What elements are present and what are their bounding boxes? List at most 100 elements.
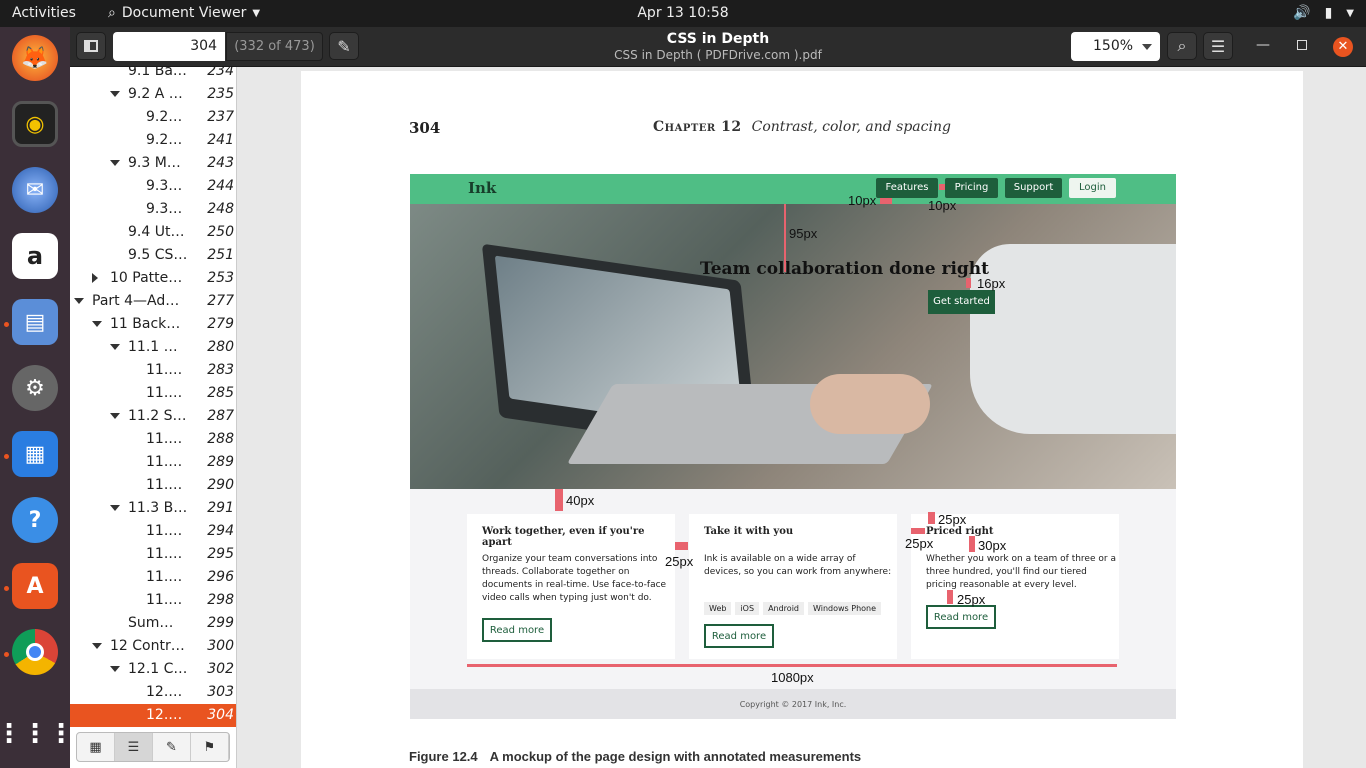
bookmarks-tab[interactable]: ⚑ [191, 733, 229, 761]
toc-item-label: 11.… [146, 362, 183, 378]
rhythmbox-icon[interactable]: ◉ [12, 101, 58, 147]
minimize-button[interactable]: — [1256, 37, 1270, 53]
running-page-number: 304 [409, 119, 441, 137]
expanded-triangle-icon[interactable] [110, 160, 120, 166]
expanded-triangle-icon[interactable] [92, 321, 102, 327]
annotation-marker [939, 184, 945, 190]
expanded-triangle-icon[interactable] [92, 643, 102, 649]
toc-item-label: 9.5 CS… [128, 247, 188, 263]
document-viewport[interactable]: 304 Chapter 12 Contrast, color, and spaci… [237, 67, 1366, 768]
system-tray[interactable]: 🔊 ▮ ▼ [1293, 5, 1354, 21]
toc-item[interactable]: 11.… 296 [70, 566, 236, 589]
toc-item[interactable]: 9.2 A … 235 [70, 83, 236, 106]
toc-item-page: 289 [207, 454, 234, 470]
sidebar-toggle-button[interactable] [76, 32, 106, 60]
toc-item-label: 11.… [146, 477, 183, 493]
annotation-label: 25px [938, 512, 967, 527]
toc-item-label: 12.… [146, 707, 183, 723]
toc-item-label: 12.… [146, 684, 183, 700]
app-menu-label: Document Viewer [121, 5, 247, 21]
zoom-select[interactable]: 150% [1071, 32, 1160, 61]
maximize-button[interactable] [1297, 40, 1307, 50]
toc-item-page: 235 [207, 86, 234, 102]
close-button[interactable]: ✕ [1333, 37, 1353, 57]
toc-item[interactable]: 11.… 285 [70, 382, 236, 405]
toc-item[interactable]: 11.2 S… 287 [70, 405, 236, 428]
help-icon[interactable]: ? [12, 497, 58, 543]
caption-text: A mockup of the page design with annotat… [489, 749, 862, 764]
toc-item-page: 287 [207, 408, 234, 424]
toc-item[interactable]: 11.… 298 [70, 589, 236, 612]
pencil-icon: ✎ [166, 739, 177, 755]
settings-icon[interactable]: ⚙ [12, 365, 58, 411]
expanded-triangle-icon[interactable] [110, 505, 120, 511]
annotations-tab[interactable]: ✎ [153, 733, 191, 761]
toc-item[interactable]: 11.3 B… 291 [70, 497, 236, 520]
card-title: Take it with you [704, 526, 794, 537]
toc-item[interactable]: 12.1 C… 302 [70, 658, 236, 681]
menu-button[interactable]: ☰ [1203, 32, 1233, 60]
mockup-nav-login: Login [1069, 178, 1116, 198]
software-icon[interactable]: A [12, 563, 58, 609]
toc-item[interactable]: 11.… 294 [70, 520, 236, 543]
toc-item-label: 11.3 B… [128, 500, 188, 516]
thumbnails-tab[interactable]: ▦ [77, 733, 115, 761]
toc-item[interactable]: 11.… 288 [70, 428, 236, 451]
chapter-label: Chapter 12 [653, 119, 742, 135]
annotation-label: 25px [957, 592, 986, 607]
expanded-triangle-icon[interactable] [74, 298, 84, 304]
toc-item[interactable]: 9.5 CS… 251 [70, 244, 236, 267]
toc-item[interactable]: 9.3… 244 [70, 175, 236, 198]
toc-item-label: 11.… [146, 385, 183, 401]
annotation-marker [969, 536, 975, 552]
outline-tab[interactable]: ☰ [115, 733, 153, 761]
activities-button[interactable]: Activities [12, 5, 76, 21]
annotate-button[interactable]: ✎ [329, 32, 359, 60]
toc-item[interactable]: 9.2… 241 [70, 129, 236, 152]
annotation-marker [947, 590, 953, 604]
toc-item[interactable]: 11.… 283 [70, 359, 236, 382]
header-bar: 304 (332 of 473) ✎ CSS in Depth CSS in D… [70, 27, 1366, 67]
apps-grid-icon[interactable]: ⋮⋮⋮ [0, 711, 74, 757]
toc-item[interactable]: 11 Back… 279 [70, 313, 236, 336]
toc-item[interactable]: 12.… 303 [70, 681, 236, 704]
writer-icon[interactable]: ▦ [12, 431, 58, 477]
mockup-card: Work together, even if you're apart Orga… [467, 514, 675, 659]
toc-item[interactable]: 11.… 295 [70, 543, 236, 566]
page-number-input[interactable]: 304 [113, 32, 225, 61]
collapsed-triangle-icon[interactable] [92, 273, 98, 283]
toc-item[interactable]: 9.4 Ut… 250 [70, 221, 236, 244]
toc-item[interactable]: 9.3 M… 243 [70, 152, 236, 175]
toc-item[interactable]: 12.… 304 [70, 704, 236, 727]
expanded-triangle-icon[interactable] [110, 413, 120, 419]
app-menu[interactable]: ⌕ Document Viewer ▼ [108, 5, 260, 21]
thunderbird-icon[interactable]: ✉ [12, 167, 58, 213]
chrome-icon[interactable] [12, 629, 58, 675]
toc-item[interactable]: 11.1 … 280 [70, 336, 236, 359]
toc-item[interactable]: Sum… 299 [70, 612, 236, 635]
toc-item[interactable]: 9.3… 248 [70, 198, 236, 221]
amazon-icon[interactable]: a [12, 233, 58, 279]
toc-item[interactable]: 11.… 290 [70, 474, 236, 497]
files-icon[interactable]: ▤ [12, 299, 58, 345]
hamburger-icon: ☰ [1210, 36, 1226, 56]
toc-item[interactable]: 11.… 289 [70, 451, 236, 474]
annotation-marker [911, 528, 925, 534]
tag: Windows Phone [808, 602, 882, 615]
toc-item[interactable]: Part 4—Ad… 277 [70, 290, 236, 313]
expanded-triangle-icon[interactable] [110, 344, 120, 350]
toc-item[interactable]: 9.1 Ba… 234 [70, 67, 236, 83]
toc-item[interactable]: 9.2… 237 [70, 106, 236, 129]
toc-item[interactable]: 10 Patte… 253 [70, 267, 236, 290]
expanded-triangle-icon[interactable] [110, 666, 120, 672]
top-bar: Activities ⌕ Document Viewer ▼ Apr 13 10… [0, 0, 1366, 27]
grid-icon: ▦ [89, 739, 102, 755]
search-button[interactable]: ⌕ [1167, 32, 1197, 60]
tag: Android [763, 602, 804, 615]
toc-item[interactable]: 12 Contr… 300 [70, 635, 236, 658]
toc-item-page: 244 [207, 178, 234, 194]
card-text: Organize your team conversations into th… [482, 554, 667, 603]
mockup-hero-image: Team collaboration done right Get starte… [410, 204, 1176, 489]
expanded-triangle-icon[interactable] [110, 91, 120, 97]
firefox-icon[interactable]: 🦊 [12, 35, 58, 81]
